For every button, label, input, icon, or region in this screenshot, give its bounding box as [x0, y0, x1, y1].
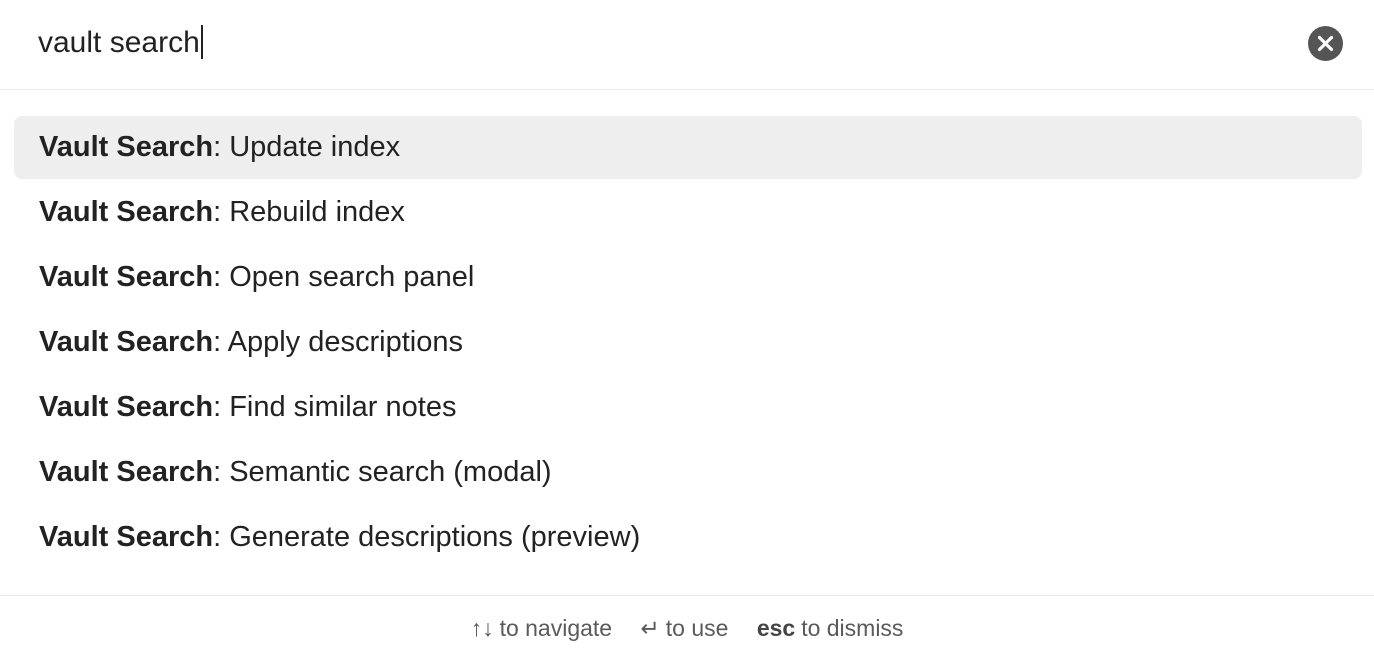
hint-navigate-text: to navigate [499, 615, 613, 641]
command-item-find-similar-notes[interactable]: Vault Search: Find similar notes [14, 376, 1362, 439]
command-item-label: : Rebuild index [213, 196, 405, 228]
command-item-prefix: Vault Search [39, 456, 214, 488]
keyboard-hints-footer: ↑↓ to navigate ↵ to use esc to dismiss [0, 595, 1374, 656]
close-icon [1317, 35, 1334, 52]
command-item-generate-descriptions-preview[interactable]: Vault Search: Generate descriptions (pre… [14, 506, 1362, 569]
esc-key-label: esc [756, 615, 796, 641]
command-item-prefix: Vault Search [39, 196, 214, 228]
command-palette: vault search Vault Search: Update index … [0, 0, 1374, 656]
hint-dismiss: esc to dismiss [757, 596, 904, 656]
text-caret [200, 25, 203, 60]
command-item-semantic-search-modal[interactable]: Vault Search: Semantic search (modal) [14, 441, 1362, 504]
enter-key-icon: ↵ [640, 615, 660, 641]
clear-search-button[interactable] [1308, 26, 1343, 61]
command-item-prefix: Vault Search [39, 326, 214, 358]
search-row: vault search [0, 0, 1374, 90]
command-results-list: Vault Search: Update index Vault Search:… [14, 116, 1362, 571]
command-item-prefix: Vault Search [39, 391, 214, 423]
command-item-rebuild-index[interactable]: Vault Search: Rebuild index [14, 181, 1362, 244]
command-item-label: : Generate descriptions (preview) [213, 521, 641, 553]
command-item-prefix: Vault Search [39, 521, 214, 553]
command-item-label: : Apply descriptions [213, 326, 463, 358]
command-item-label: : Find similar notes [213, 391, 457, 423]
command-item-prefix: Vault Search [39, 131, 214, 163]
hint-use: ↵ to use [640, 596, 728, 656]
command-item-apply-descriptions[interactable]: Vault Search: Apply descriptions [14, 311, 1362, 374]
command-item-update-index[interactable]: Vault Search: Update index [14, 116, 1362, 179]
search-input-value: vault search [38, 26, 200, 59]
command-item-prefix: Vault Search [39, 261, 214, 293]
command-item-label: : Semantic search (modal) [213, 456, 552, 488]
command-item-label: : Open search panel [213, 261, 475, 293]
arrow-keys-icon: ↑↓ [470, 615, 494, 641]
hint-navigate: ↑↓ to navigate [471, 596, 613, 656]
search-input[interactable]: vault search [38, 22, 203, 64]
hint-use-text: to use [665, 615, 729, 641]
command-item-label: : Update index [213, 131, 401, 163]
hint-dismiss-text: to dismiss [801, 615, 904, 641]
command-item-open-search-panel[interactable]: Vault Search: Open search panel [14, 246, 1362, 309]
